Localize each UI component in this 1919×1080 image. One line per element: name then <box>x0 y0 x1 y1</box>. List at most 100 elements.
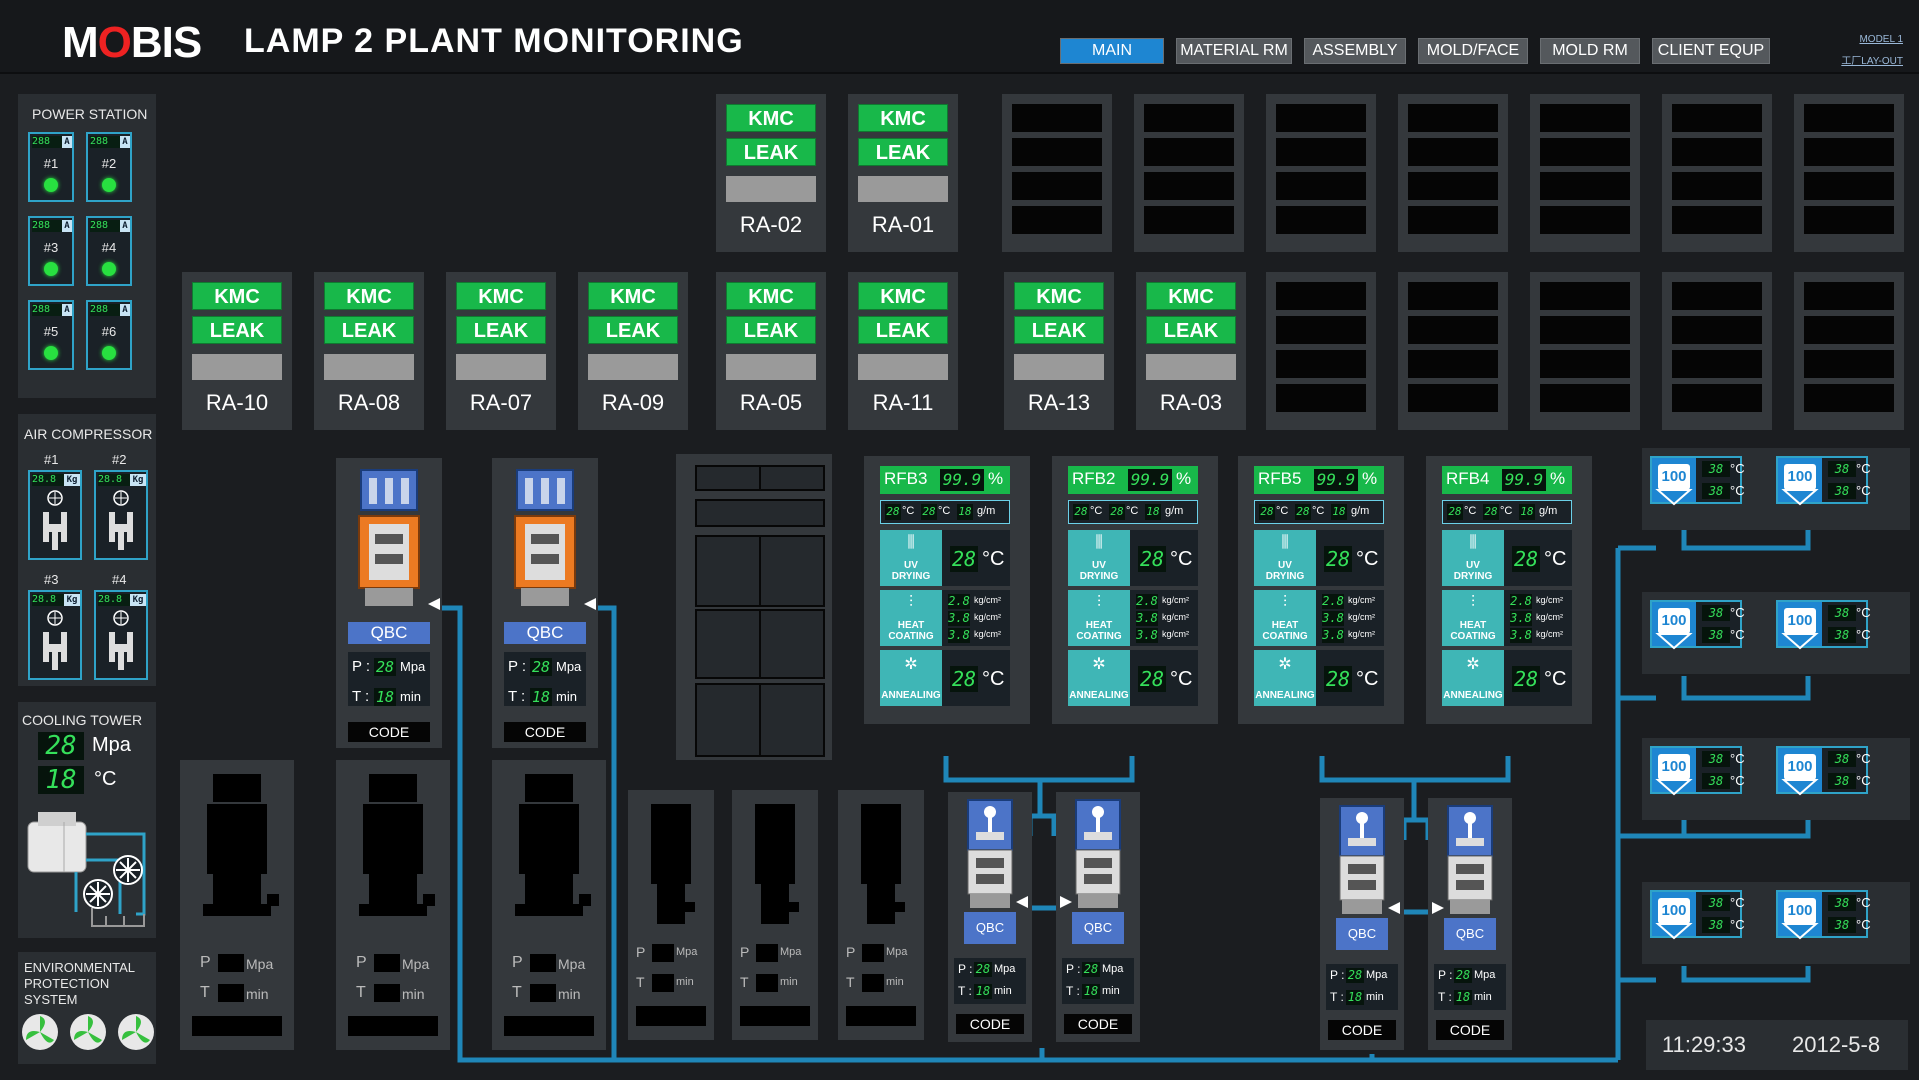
code-button-off[interactable] <box>636 1006 706 1026</box>
ra-name: RA-03 <box>1159 390 1223 415</box>
rfb-oven[interactable]: RFB4 99.9% 28 °C 28 °C 18 g/m ⫼ UV DRYING 28 °C ⫶ HEAT… <box>1426 456 1592 724</box>
offline-slot <box>1540 138 1630 166</box>
ra-unit[interactable]: KMC LEAK RA-11 <box>848 272 958 430</box>
code-button[interactable]: CODE <box>504 722 586 742</box>
code-button-off[interactable] <box>192 1016 282 1036</box>
hc-pressure-unit: kg/cm² <box>1536 612 1563 622</box>
ra-unit[interactable]: KMC LEAK RA-02 <box>716 94 826 252</box>
ra-unit-offline[interactable] <box>1002 94 1112 252</box>
rfb-flow-unit: g/m <box>977 505 996 517</box>
rfb-oven[interactable]: RFB2 99.9% 28 °C 28 °C 18 g/m ⫼ UV DRYING 28 °C ⫶ HEAT… <box>1052 456 1218 724</box>
tank-unit[interactable]: 100 38 °C 38 °C <box>1776 456 1871 506</box>
compressor-unit[interactable]: 28.8 Kg <box>28 470 82 560</box>
code-button-off[interactable] <box>348 1016 438 1036</box>
pressure-label: P : <box>1066 962 1081 976</box>
qbc-station-small[interactable]: QBC P :28 Mpa T :18 min CODE <box>1428 798 1512 1050</box>
code-button[interactable]: CODE <box>1328 1020 1396 1040</box>
code-button-off[interactable] <box>504 1016 594 1036</box>
offline-machine[interactable]: P Mpa Tmin <box>492 760 606 1050</box>
ra-unit[interactable]: KMC LEAK RA-07 <box>446 272 556 430</box>
ra-unit[interactable]: KMC LEAK RA-01 <box>848 94 958 252</box>
annealing-label-block: ✲ ANNEALING <box>1442 650 1504 706</box>
pressure-label: P <box>636 944 646 960</box>
offline-machine[interactable]: P Mpa Tmin <box>732 790 818 1040</box>
ra-unit-offline[interactable] <box>1398 272 1508 430</box>
ra-unit-offline[interactable] <box>1794 272 1904 430</box>
power-unit[interactable]: 288 A #4 <box>86 216 132 286</box>
code-button[interactable]: CODE <box>1064 1014 1132 1034</box>
qbc-station[interactable]: QBC P :28 Mpa T :18 min CODE <box>336 458 442 748</box>
tank-unit[interactable]: 100 38 °C 38 °C <box>1776 600 1871 650</box>
ra-unit[interactable]: KMC LEAK RA-08 <box>314 272 424 430</box>
ra-unit-offline[interactable] <box>1662 272 1772 430</box>
ra-unit-offline[interactable] <box>1266 94 1376 252</box>
code-button[interactable]: CODE <box>956 1014 1024 1034</box>
offline-slot <box>1276 350 1366 378</box>
ra-unit-offline[interactable] <box>1134 94 1244 252</box>
offline-slot <box>1408 384 1498 412</box>
compressor-icon <box>43 490 67 550</box>
rfb-oven[interactable]: RFB5 99.9% 28 °C 28 °C 18 g/m ⫼ UV DRYING 28 °C ⫶ HEAT… <box>1238 456 1404 724</box>
compressor-unit[interactable]: 28.8 Kg <box>94 470 148 560</box>
offline-machine[interactable]: P Mpa Tmin <box>336 760 450 1050</box>
qbc-station-small[interactable]: QBC P :28 Mpa T :18 min CODE <box>948 792 1032 1042</box>
ra-unit-offline[interactable] <box>1794 94 1904 252</box>
compressor-reading: 28.8 Kg <box>32 594 80 606</box>
offline-slot <box>1276 282 1366 310</box>
tank-temp-1-unit: °C <box>1856 605 1871 620</box>
ra-unit[interactable]: KMC LEAK RA-09 <box>578 272 688 430</box>
tank-unit[interactable]: 100 38 °C 38 °C <box>1776 890 1871 940</box>
clock-time: 11:29:33 <box>1662 1032 1747 1057</box>
power-unit[interactable]: 288 A #3 <box>28 216 74 286</box>
offline-slot <box>1276 138 1366 166</box>
tank-unit[interactable]: 100 38 °C 38 °C <box>1776 746 1871 796</box>
power-unit[interactable]: 288 A #2 <box>86 132 132 202</box>
ra-unit-offline[interactable] <box>1530 94 1640 252</box>
rfb-oven[interactable]: RFB3 99.9% 28 °C 28 °C 18 g/m ⫼ UV DRYING 28 °C ⫶ HEAT… <box>864 456 1030 724</box>
code-button[interactable]: CODE <box>348 722 430 742</box>
qbc-station-small[interactable]: QBC P :28 Mpa T :18 min CODE <box>1320 798 1404 1050</box>
power-unit[interactable]: 288 A #6 <box>86 300 132 370</box>
tank-unit[interactable]: 100 38 °C 38 °C <box>1650 746 1745 796</box>
tank-temp-2: 38 <box>1702 627 1730 643</box>
tank-unit[interactable]: 100 38 °C 38 °C <box>1650 600 1745 650</box>
offline-machine[interactable]: P Mpa Tmin <box>838 790 924 1040</box>
compressor-unit[interactable]: 28.8 Kg <box>28 590 82 680</box>
offline-slot <box>1672 282 1762 310</box>
ra-unit[interactable]: KMC LEAK RA-13 <box>1004 272 1114 430</box>
code-button[interactable]: CODE <box>1436 1020 1504 1040</box>
ra-unit-offline[interactable] <box>1266 272 1376 430</box>
ra-unit[interactable]: KMC LEAK RA-03 <box>1136 272 1246 430</box>
ra-unit-offline[interactable] <box>1398 94 1508 252</box>
code-button-off[interactable] <box>846 1006 916 1026</box>
rfb-percent: 99.9 <box>940 469 984 491</box>
time-unit: min <box>556 689 577 704</box>
time-label: T : <box>1438 990 1452 1004</box>
offline-slot <box>1408 172 1498 200</box>
power-unit[interactable]: 288 A #5 <box>28 300 74 370</box>
qbc-station[interactable]: QBC P :28 Mpa T :18 min CODE <box>492 458 598 748</box>
offline-machine-silhouette <box>755 804 799 924</box>
qbc-station-small[interactable]: QBC P :28 Mpa T :18 min CODE <box>1056 792 1140 1042</box>
hc-pressure-value: 3.8 <box>948 611 970 626</box>
offline-machine[interactable]: P Mpa Tmin <box>628 790 714 1040</box>
offline-machine[interactable]: P Mpa Tmin <box>180 760 294 1050</box>
qbc-readings: P :28 Mpa T :18 min <box>1062 958 1134 1004</box>
power-unit[interactable]: 288 A #1 <box>28 132 74 202</box>
ra-unit[interactable]: KMC LEAK RA-05 <box>716 272 826 430</box>
compressor-unit[interactable]: 28.8 Kg <box>94 590 148 680</box>
annealing-label-block: ✲ ANNEALING <box>1254 650 1316 706</box>
hc-pressure-unit: kg/cm² <box>1162 629 1189 639</box>
ra-status-bar <box>588 354 678 380</box>
status-led-icon <box>44 178 58 192</box>
ra-unit-offline[interactable] <box>1662 94 1772 252</box>
offline-slot <box>1540 384 1630 412</box>
ra-status-leak: LEAK <box>324 316 414 344</box>
tank-unit[interactable]: 100 38 °C 38 °C <box>1650 890 1745 940</box>
code-button-off[interactable] <box>740 1006 810 1026</box>
ra-unit[interactable]: KMC LEAK RA-10 <box>182 272 292 430</box>
tank-temp-1: 38 <box>1702 461 1730 477</box>
ra-unit-offline[interactable] <box>1530 272 1640 430</box>
offline-slot <box>1276 104 1366 132</box>
tank-unit[interactable]: 100 38 °C 38 °C <box>1650 456 1745 506</box>
